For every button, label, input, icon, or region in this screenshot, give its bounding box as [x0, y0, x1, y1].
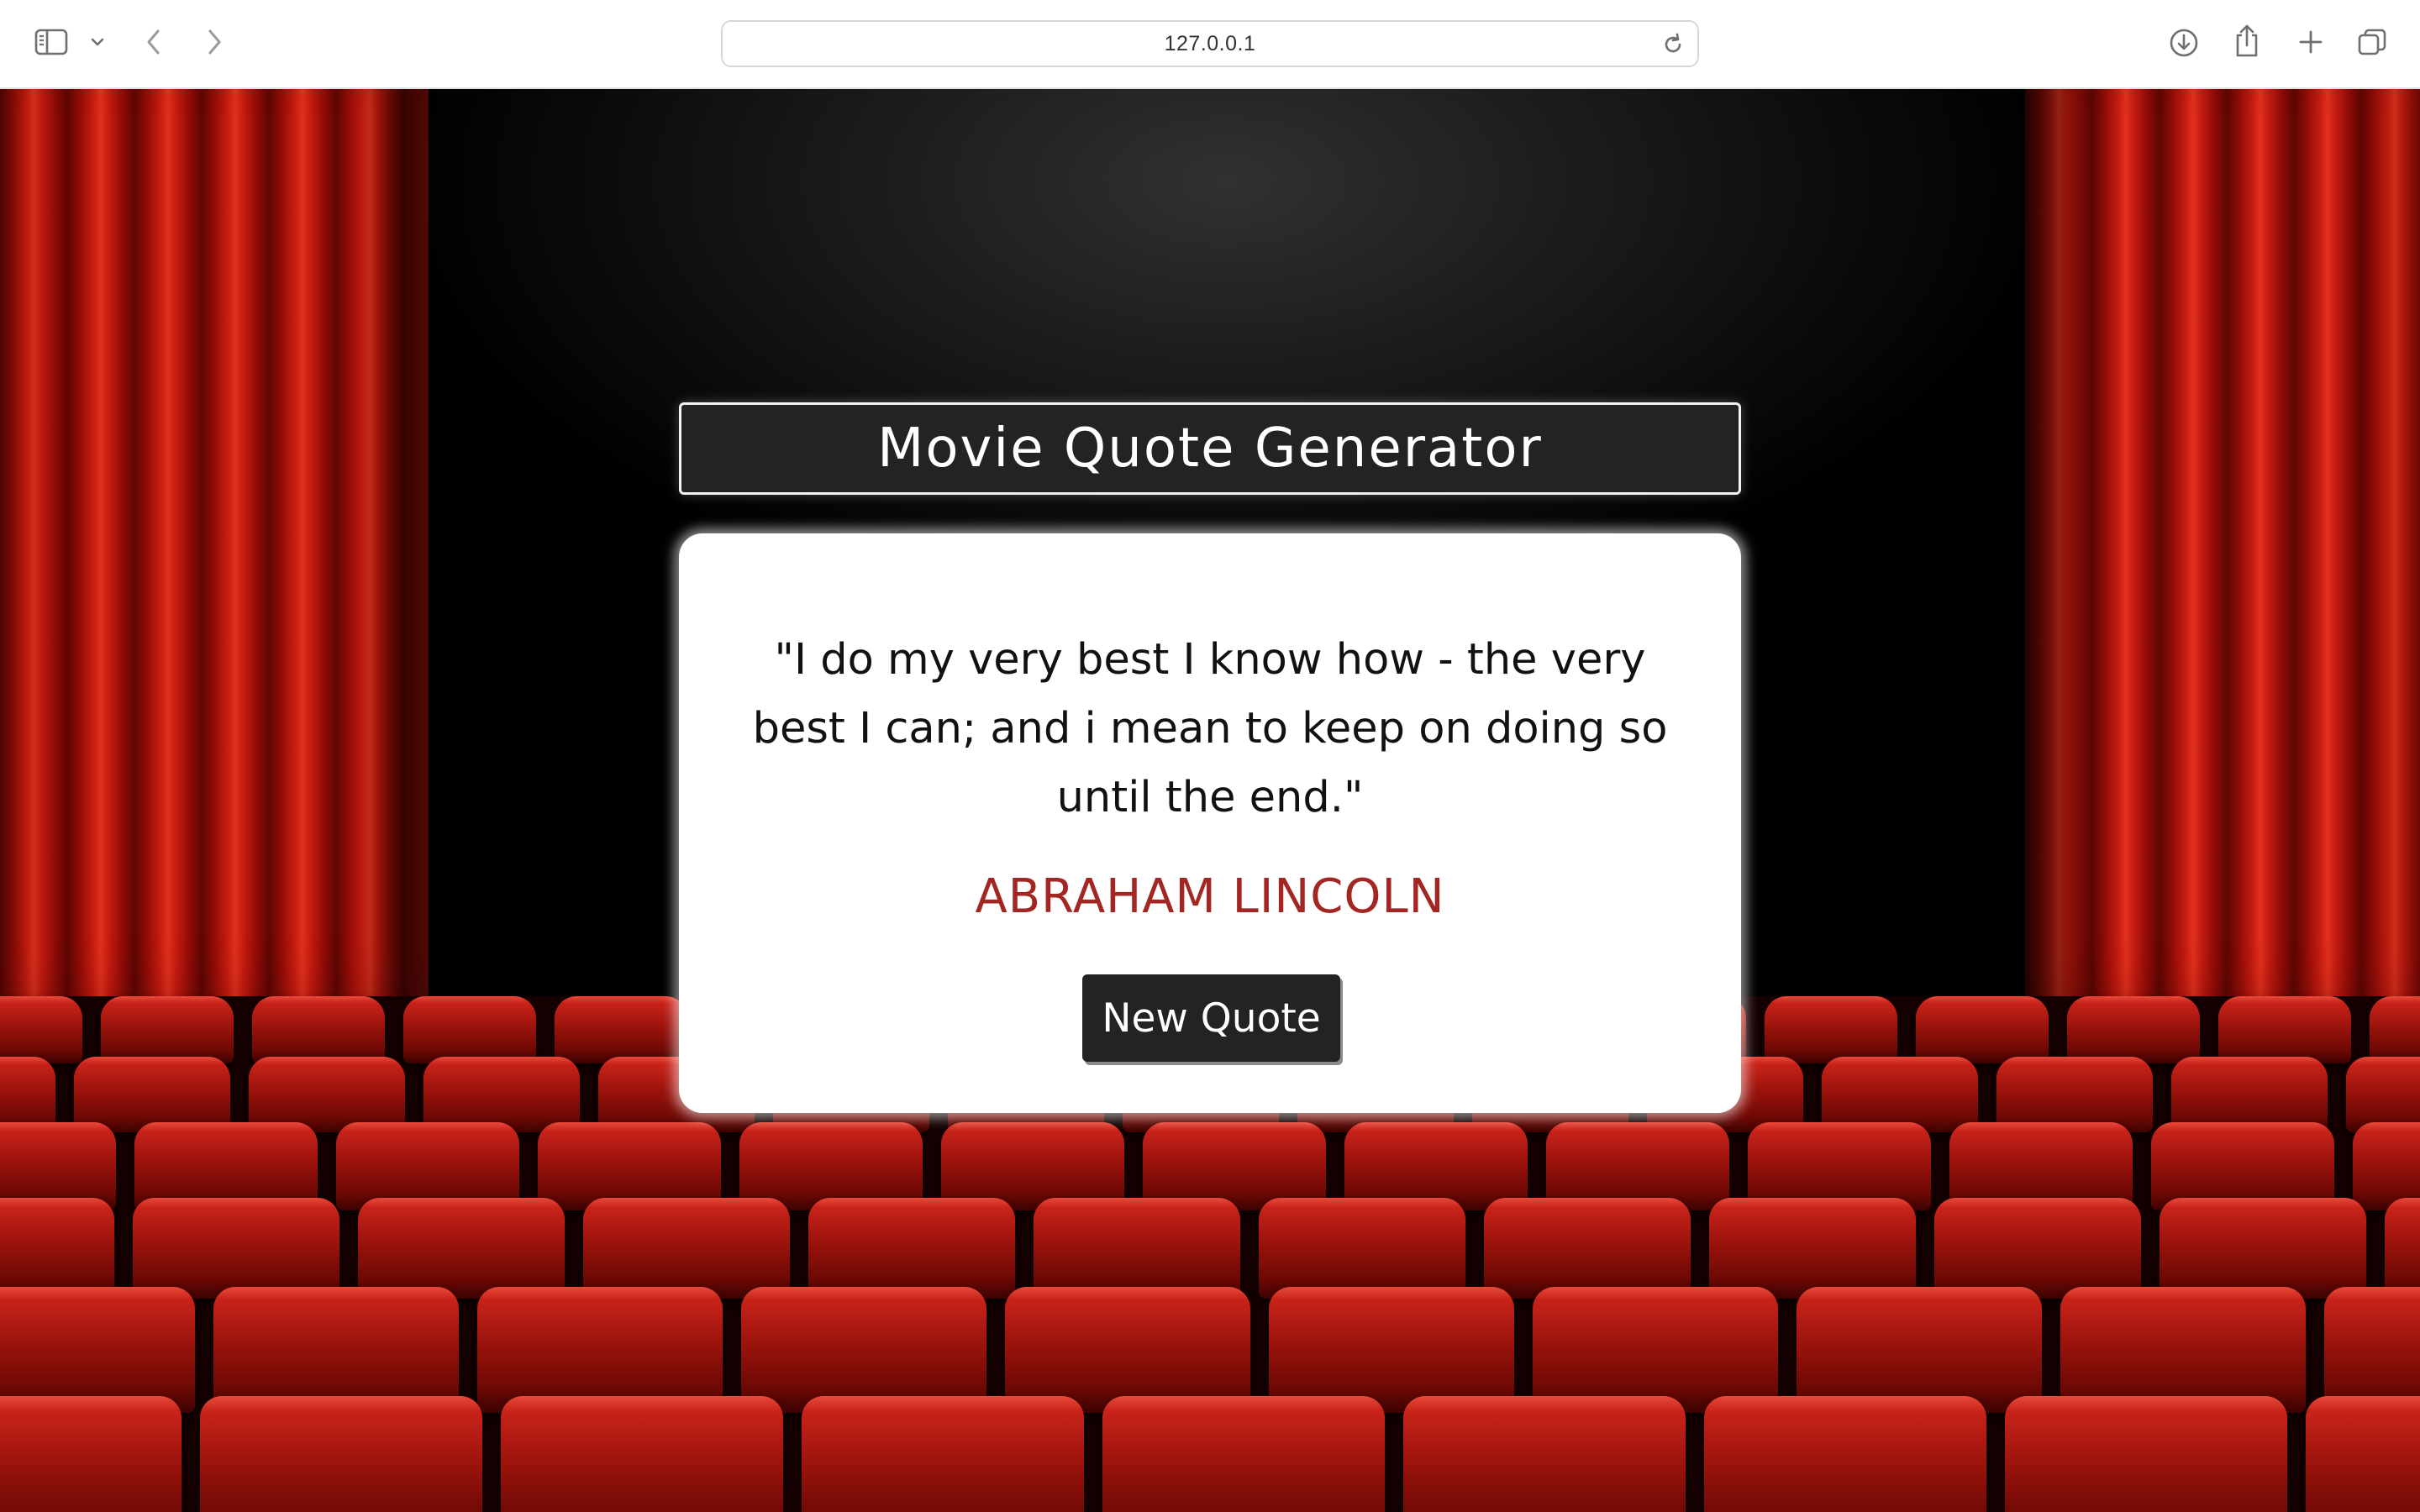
theater-seat	[358, 1198, 565, 1299]
theater-background: Movie Quote Generator "I do my very best…	[0, 89, 2420, 1512]
chevron-left-icon[interactable]	[139, 25, 168, 59]
left-curtain	[0, 89, 429, 1063]
theater-seat	[1709, 1198, 1916, 1299]
theater-seat	[1765, 996, 1897, 1063]
theater-seat	[2385, 1198, 2420, 1299]
theater-seat	[2306, 1396, 2420, 1512]
theater-seat	[1403, 1396, 1686, 1512]
theater-seat	[501, 1396, 783, 1512]
theater-seat	[200, 1396, 482, 1512]
theater-seat	[583, 1198, 790, 1299]
right-curtain	[2025, 89, 2420, 1063]
theater-seat	[74, 1057, 230, 1132]
theater-seat	[0, 996, 82, 1063]
theater-seat	[555, 996, 687, 1063]
theater-seat	[1259, 1198, 1465, 1299]
theater-seat	[403, 996, 536, 1063]
theater-seat	[2171, 1057, 2328, 1132]
new-quote-button[interactable]: New Quote	[1082, 974, 1340, 1062]
theater-seat	[2067, 996, 2200, 1063]
theater-seat	[252, 996, 385, 1063]
tabs-icon[interactable]	[2354, 25, 2390, 60]
chevron-down-icon[interactable]	[87, 32, 108, 52]
theater-seat	[1797, 1287, 2042, 1413]
theater-seat	[1484, 1198, 1691, 1299]
quote-author: ABRAHAM LINCOLN	[975, 869, 1445, 924]
theater-seat	[2160, 1198, 2366, 1299]
theater-seat	[1822, 1057, 1978, 1132]
theater-seat	[808, 1198, 1015, 1299]
theater-seat	[802, 1396, 1084, 1512]
address-bar[interactable]: 127.0.0.1	[721, 20, 1699, 67]
quote-text: "I do my very best I know how - the very…	[752, 635, 1668, 822]
theater-seat	[477, 1287, 723, 1413]
sidebar-icon[interactable]	[32, 25, 71, 59]
theater-seat	[0, 1057, 55, 1132]
app-title: Movie Quote Generator	[877, 417, 1543, 480]
theater-seat	[2346, 1057, 2420, 1132]
theater-seat	[1533, 1287, 1778, 1413]
seat-row	[0, 1287, 2420, 1413]
theater-seat	[424, 1057, 580, 1132]
seat-row	[0, 1198, 2420, 1299]
app-title-box: Movie Quote Generator	[679, 402, 1741, 495]
browser-toolbar: 127.0.0.1	[0, 0, 2420, 89]
reload-icon[interactable]	[1660, 32, 1686, 57]
seat-row	[0, 1396, 2420, 1512]
theater-seat	[1269, 1287, 1514, 1413]
theater-seat	[249, 1057, 405, 1132]
theater-seat	[1934, 1198, 2141, 1299]
theater-seat	[2370, 996, 2420, 1063]
theater-seat	[1996, 1057, 2153, 1132]
theater-seat	[1704, 1396, 1986, 1512]
theater-seat	[2005, 1396, 2287, 1512]
theater-seat	[1916, 996, 2049, 1063]
theater-seat	[2218, 996, 2351, 1063]
theater-seat	[1102, 1396, 1385, 1512]
theater-seat	[0, 1396, 182, 1512]
theater-seat	[133, 1198, 339, 1299]
plus-icon[interactable]	[2294, 25, 2328, 59]
download-icon[interactable]	[2166, 25, 2202, 60]
share-icon[interactable]	[2230, 22, 2264, 60]
theater-seat	[1005, 1287, 1250, 1413]
theater-seat	[2060, 1287, 2306, 1413]
url-text: 127.0.0.1	[1164, 31, 1256, 55]
theater-seat	[0, 1287, 195, 1413]
theater-seat	[1034, 1198, 1240, 1299]
chevron-right-icon[interactable]	[200, 25, 229, 59]
theater-seat	[0, 1198, 114, 1299]
theater-seat	[2324, 1287, 2420, 1413]
theater-seat	[101, 996, 234, 1063]
theater-seat	[741, 1287, 986, 1413]
theater-seat	[213, 1287, 459, 1413]
quote-card: "I do my very best I know how - the very…	[679, 533, 1741, 1113]
